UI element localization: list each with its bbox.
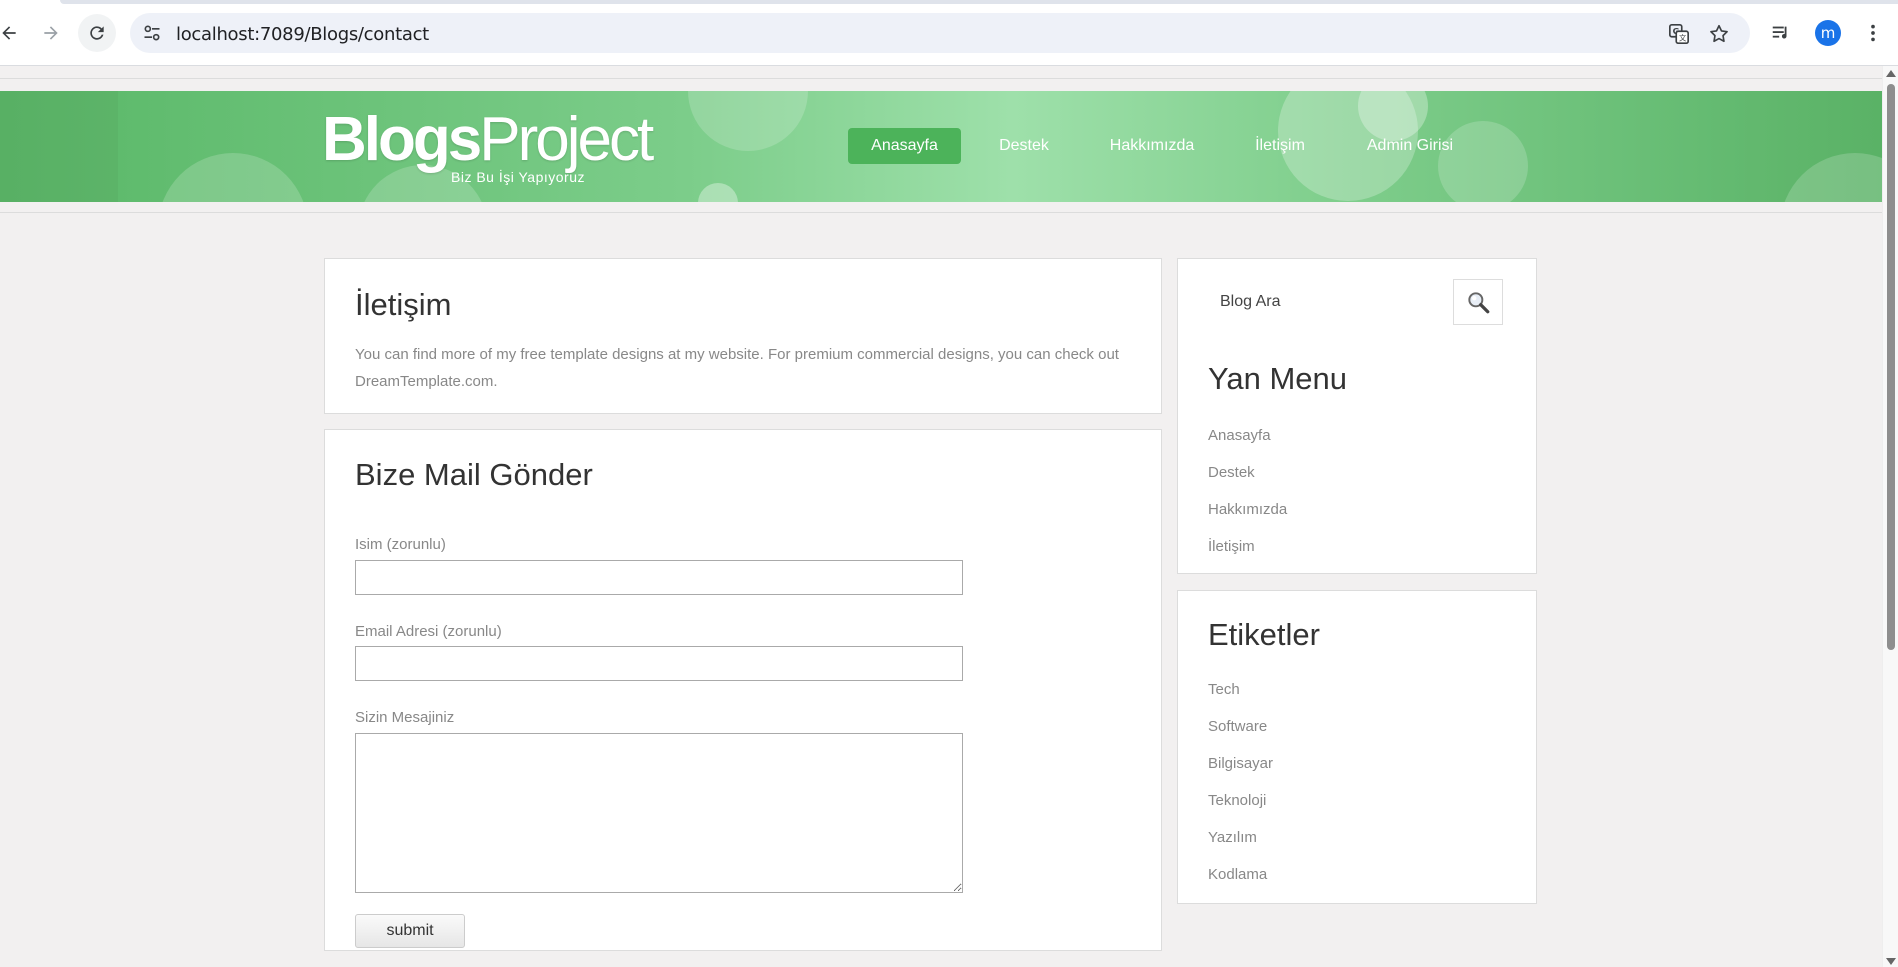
message-field[interactable] <box>355 733 963 893</box>
message-label: Sizin Mesajiniz <box>355 709 455 726</box>
side-menu-item-destek[interactable]: Destek <box>1208 464 1255 481</box>
site-logo[interactable]: BlogsProject <box>322 109 654 171</box>
name-label: Isim (zorunlu) <box>355 536 446 553</box>
tag-link[interactable]: Kodlama <box>1208 866 1267 883</box>
submit-button[interactable]: submit <box>355 914 465 948</box>
tag-link[interactable]: Bilgisayar <box>1208 755 1273 772</box>
address-bar[interactable]: localhost:7089/Blogs/contact G文 <box>130 13 1750 53</box>
media-control-icon[interactable] <box>1768 20 1794 46</box>
side-menu-item-hakkimizda[interactable]: Hakkımızda <box>1208 501 1287 518</box>
side-menu-title: Yan Menu <box>1208 361 1348 396</box>
url-text[interactable]: localhost:7089/Blogs/contact <box>176 24 429 45</box>
back-arrow-icon <box>2 26 16 40</box>
scroll-thumb[interactable] <box>1887 84 1895 650</box>
reload-icon <box>90 26 104 40</box>
contact-intro-text: You can find more of my free template de… <box>355 346 1119 390</box>
banner-divider <box>0 212 1882 213</box>
tags-title: Etiketler <box>1208 617 1320 652</box>
back-button[interactable] <box>0 14 28 52</box>
contact-form-panel: Bize Mail Gönder Isim (zorunlu) Email Ad… <box>324 429 1162 951</box>
side-menu-item-anasayfa[interactable]: Anasayfa <box>1208 427 1271 444</box>
side-menu-item-iletisim[interactable]: İletişim <box>1208 538 1255 555</box>
page-top-divider <box>0 78 1882 79</box>
email-field[interactable] <box>355 646 963 681</box>
email-label: Email Adresi (zorunlu) <box>355 623 502 640</box>
blog-search-input[interactable] <box>1208 279 1458 325</box>
profile-avatar[interactable]: m <box>1815 20 1841 46</box>
tag-link[interactable]: Software <box>1208 718 1267 735</box>
nav-item-iletisim[interactable]: İletişim <box>1240 128 1320 164</box>
sidebar-menu-panel: Yan Menu Anasayfa Destek Hakkımızda İlet… <box>1177 258 1537 574</box>
scroll-down-arrow-icon[interactable] <box>1886 958 1896 965</box>
tag-link[interactable]: Tech <box>1208 681 1240 698</box>
forward-arrow-icon <box>44 26 58 40</box>
star-icon[interactable] <box>1706 21 1732 47</box>
page-scrollbar[interactable] <box>1882 66 1898 967</box>
nav-item-destek[interactable]: Destek <box>984 128 1064 164</box>
tag-link[interactable]: Yazılım <box>1208 829 1257 846</box>
nav-item-admin-girisi[interactable]: Admin Girisi <box>1360 128 1460 164</box>
search-icon <box>1468 292 1490 314</box>
contact-title: İletişim <box>355 287 452 322</box>
form-title: Bize Mail Gönder <box>355 457 593 492</box>
blog-search <box>1208 279 1508 325</box>
forward-button[interactable] <box>32 14 70 52</box>
contact-intro-panel: İletişim You can find more of my free te… <box>324 258 1162 414</box>
nav-item-anasayfa[interactable]: Anasayfa <box>848 128 961 164</box>
nav-item-hakkimizda[interactable]: Hakkımızda <box>1100 128 1204 164</box>
site-tagline: Biz Bu İşi Yapıyoruz <box>451 169 585 185</box>
tag-link[interactable]: Teknoloji <box>1208 792 1266 809</box>
reload-button[interactable] <box>78 14 116 52</box>
svg-text:文: 文 <box>1679 33 1687 42</box>
translate-icon[interactable]: G文 <box>1666 21 1692 47</box>
scroll-up-arrow-icon[interactable] <box>1886 70 1896 77</box>
tags-panel: Etiketler Tech Software Bilgisayar Tekno… <box>1177 590 1537 904</box>
tab-strip-edge <box>60 0 1898 4</box>
browser-toolbar: localhost:7089/Blogs/contact G文 m <box>0 0 1898 66</box>
search-button[interactable] <box>1453 279 1503 325</box>
name-field[interactable] <box>355 560 963 595</box>
site-info-icon[interactable] <box>140 21 164 45</box>
kebab-menu-icon[interactable] <box>1860 20 1886 46</box>
